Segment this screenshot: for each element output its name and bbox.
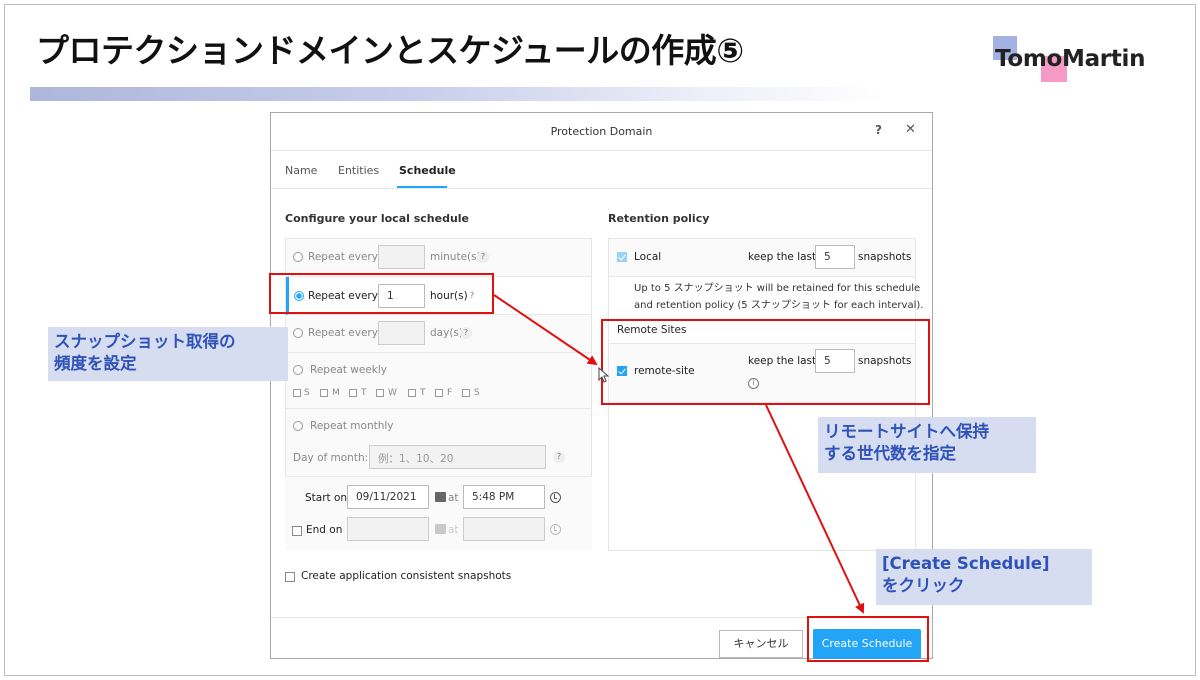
- repeat-days-input[interactable]: [378, 321, 425, 345]
- callout-remote: リモートサイトへ保持 する世代数を指定: [818, 417, 1036, 473]
- weekday-checkbox-sat[interactable]: [462, 389, 470, 397]
- weekday-label: F: [447, 388, 453, 398]
- start-at-label: at: [448, 492, 459, 504]
- start-end-block: Start on 09/11/2021 at 5:48 PM End on at: [285, 476, 592, 550]
- repeat-days-radio[interactable]: [293, 328, 303, 338]
- repeat-monthly-label: Repeat monthly: [310, 420, 394, 432]
- slide-title: プロテクションドメインとスケジュールの作成⑤: [36, 31, 744, 70]
- repeat-weekly-radio[interactable]: [293, 365, 303, 375]
- repeat-minutes-row: Repeat every minute(s) ?: [286, 239, 591, 277]
- end-at-label: at: [448, 524, 459, 536]
- mouse-cursor-icon: [598, 367, 610, 383]
- end-time-input[interactable]: [463, 517, 545, 541]
- retention-note-line2: and retention policy (5 スナップショット for eac…: [634, 300, 924, 311]
- repeat-minutes-radio[interactable]: [293, 252, 303, 262]
- start-time-input[interactable]: 5:48 PM: [463, 485, 545, 509]
- dialog-header: Protection Domain ? ✕: [271, 113, 932, 151]
- tab-schedule[interactable]: Schedule: [399, 164, 456, 177]
- end-on-label: End on: [306, 524, 343, 536]
- repeat-monthly-radio[interactable]: [293, 421, 303, 431]
- close-button[interactable]: ✕: [905, 122, 916, 137]
- repeat-minutes-label: Repeat every: [308, 251, 378, 263]
- logo-text: TomoMartin: [995, 46, 1146, 72]
- dialog-tabs: Name Entities Schedule: [271, 151, 932, 189]
- callout-create-line1: [Create Schedule]: [882, 554, 1050, 573]
- callout-remote-line2: する世代数を指定: [824, 444, 956, 463]
- repeat-days-label: Repeat every: [308, 327, 378, 339]
- highlight-create-button: [807, 616, 929, 662]
- local-keep-label: keep the last: [748, 251, 817, 263]
- callout-create-line2: をクリック: [882, 576, 965, 595]
- dialog-title: Protection Domain: [550, 125, 653, 138]
- local-retention-row: Local keep the last 5 snapshots: [609, 239, 915, 277]
- tab-name[interactable]: Name: [285, 164, 317, 177]
- app-consistent-label: Create application consistent snapshots: [301, 570, 512, 582]
- callout-remote-line1: リモートサイトへ保持: [824, 422, 989, 441]
- callout-frequency-line2: 頻度を設定: [54, 354, 137, 373]
- retention-note-line1: Up to 5 スナップショット will be retained for th…: [634, 283, 921, 294]
- clock-icon: [550, 524, 561, 535]
- calendar-icon[interactable]: [435, 492, 446, 502]
- app-consistent-checkbox[interactable]: [285, 572, 295, 582]
- local-retention-checkbox[interactable]: [617, 252, 627, 262]
- repeat-weekly-row: Repeat weekly S M T W T F S: [286, 353, 591, 409]
- callout-frequency: スナップショット取得の 頻度を設定: [48, 327, 288, 381]
- weekday-label: T: [361, 388, 367, 398]
- weekday-checkbox-tue[interactable]: [349, 389, 357, 397]
- local-retention-label: Local: [634, 251, 662, 263]
- local-snapshots-unit: snapshots: [858, 251, 912, 263]
- highlight-repeat-hours: [269, 273, 494, 314]
- day-of-month-input[interactable]: 例：1、10、20: [369, 445, 546, 469]
- days-unit-label: day(s): [430, 327, 463, 339]
- help-button[interactable]: ?: [875, 123, 882, 137]
- start-on-label: Start on: [305, 492, 348, 504]
- retention-policy-heading: Retention policy: [608, 212, 710, 225]
- weekday-checkbox-fri[interactable]: [435, 389, 443, 397]
- weekday-label: W: [388, 388, 397, 398]
- active-tab-indicator: [397, 186, 447, 188]
- weekday-label: T: [420, 388, 426, 398]
- minutes-unit-label: minute(s): [430, 251, 481, 263]
- repeat-monthly-row: Repeat monthly Day of month: 例：1、10、20 ?: [286, 409, 591, 477]
- repeat-weekly-label: Repeat weekly: [310, 364, 388, 376]
- cancel-button[interactable]: キャンセル: [719, 630, 803, 658]
- local-schedule-heading: Configure your local schedule: [285, 212, 470, 225]
- start-date-input[interactable]: 09/11/2021: [347, 485, 429, 509]
- callout-frequency-line1: スナップショット取得の: [54, 332, 236, 351]
- day-of-month-label: Day of month:: [293, 452, 369, 464]
- clock-icon[interactable]: [550, 492, 561, 503]
- highlight-remote-site: [601, 319, 930, 405]
- weekday-checkbox-sun[interactable]: [293, 389, 301, 397]
- weekday-label: S: [304, 388, 310, 398]
- weekday-label: S: [474, 388, 480, 398]
- repeat-days-row: Repeat every day(s) ?: [286, 315, 591, 353]
- calendar-icon: [435, 524, 446, 534]
- help-icon[interactable]: ?: [553, 451, 565, 463]
- repeat-minutes-input[interactable]: [378, 245, 425, 269]
- local-keep-input[interactable]: 5: [815, 245, 855, 269]
- weekday-checkbox-mon[interactable]: [320, 389, 328, 397]
- weekday-checkbox-wed[interactable]: [376, 389, 384, 397]
- help-icon[interactable]: ?: [477, 251, 489, 263]
- callout-create: [Create Schedule] をクリック: [876, 549, 1092, 605]
- tab-entities[interactable]: Entities: [338, 164, 379, 177]
- tomomartin-logo: TomoMartin: [993, 36, 1153, 86]
- help-icon[interactable]: ?: [460, 327, 472, 339]
- weekday-checkbox-thu[interactable]: [408, 389, 416, 397]
- weekday-label: M: [332, 388, 340, 398]
- title-underline-bar: [30, 87, 885, 101]
- end-date-input[interactable]: [347, 517, 429, 541]
- end-on-checkbox[interactable]: [292, 526, 302, 536]
